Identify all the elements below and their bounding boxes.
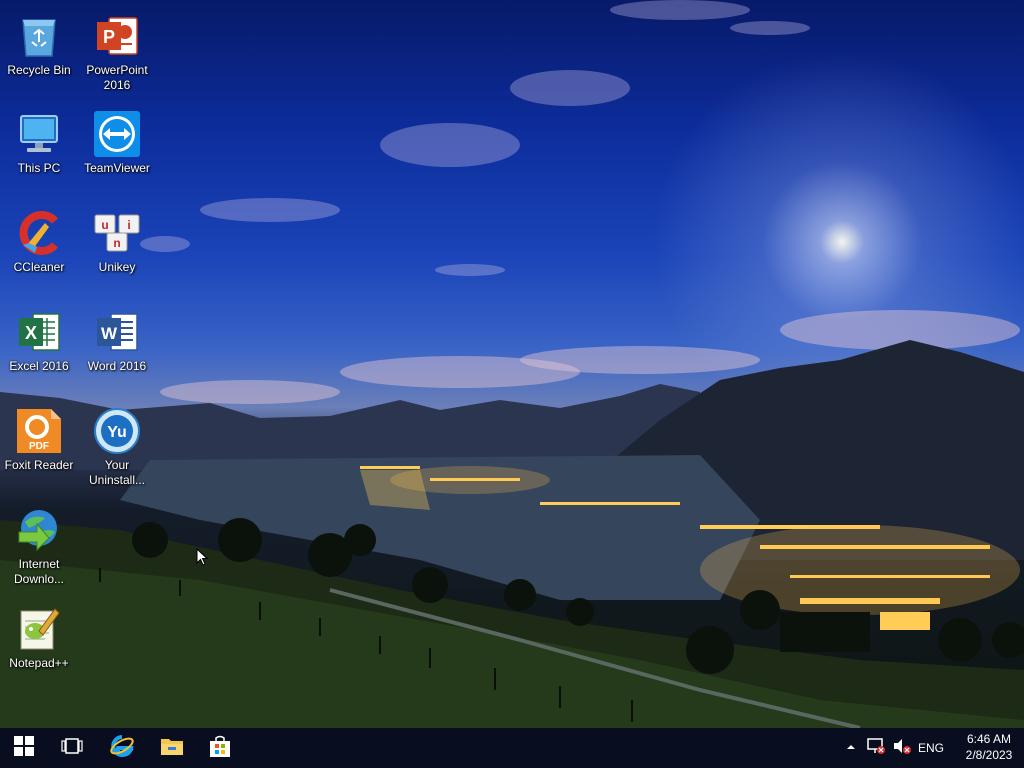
unikey-icon: u i n (93, 209, 141, 257)
input-language-button[interactable]: ENG (918, 728, 944, 768)
ccleaner-label: CCleaner (13, 260, 65, 274)
network-tray-button[interactable] (866, 728, 886, 768)
excel-label: Excel 2016 (9, 359, 69, 373)
excel-icon: X (15, 308, 63, 356)
show-hidden-icons-button[interactable] (844, 728, 858, 768)
powerpoint-label: PowerPoint 2016 (86, 63, 148, 92)
store-taskbar-button[interactable] (196, 728, 244, 768)
store-icon (208, 734, 232, 763)
desktop-icon-word[interactable]: W Word 2016 (79, 304, 155, 396)
volume-tray-button[interactable] (892, 728, 912, 768)
powerpoint-icon: P (93, 12, 141, 60)
notepad-plus-plus-icon (15, 605, 63, 653)
svg-text:i: i (127, 218, 130, 232)
your-uninstaller-icon: Yu (93, 407, 141, 455)
this-pc-label: This PC (17, 161, 61, 175)
notepad-plus-plus-label: Notepad++ (9, 656, 69, 670)
foxit-reader-label: Foxit Reader (4, 458, 74, 472)
this-pc-icon (15, 110, 63, 158)
internet-explorer-icon (109, 733, 135, 764)
word-icon: W (93, 308, 141, 356)
svg-text:W: W (101, 324, 118, 343)
internet-download-manager-label: Internet Downlo... (13, 557, 65, 586)
windows-start-icon (13, 735, 35, 762)
teamviewer-label: TeamViewer (84, 161, 150, 175)
mouse-cursor-icon (196, 547, 209, 571)
desktop-icon-your-uninstaller[interactable]: Yu Your Uninstall... (79, 403, 155, 495)
word-label: Word 2016 (87, 359, 147, 373)
chevron-up-icon (844, 739, 858, 757)
volume-muted-icon (892, 737, 912, 760)
svg-text:Yu: Yu (107, 424, 127, 441)
ccleaner-icon (15, 209, 63, 257)
svg-text:X: X (25, 323, 37, 343)
teamviewer-icon (93, 110, 141, 158)
desktop-icon-powerpoint[interactable]: P PowerPoint 2016 (79, 8, 155, 100)
task-view-button[interactable] (48, 728, 96, 768)
desktop-icon-ccleaner[interactable]: CCleaner (1, 205, 77, 297)
svg-text:PDF: PDF (29, 441, 49, 452)
recycle-bin-icon (15, 12, 63, 60)
desktop-icon-teamviewer[interactable]: TeamViewer (79, 106, 155, 198)
desktop-icon-unikey[interactable]: u i n Unikey (79, 205, 155, 297)
recycle-bin-label: Recycle Bin (7, 63, 71, 77)
desktop-icon-excel[interactable]: X Excel 2016 (1, 304, 77, 396)
desktop-icon-foxit-reader[interactable]: PDF Foxit Reader (1, 403, 77, 495)
internet-download-manager-icon (15, 506, 63, 554)
file-explorer-taskbar-button[interactable] (148, 728, 196, 768)
desktop-icon-this-pc[interactable]: This PC (1, 106, 77, 198)
foxit-reader-icon: PDF (15, 407, 63, 455)
desktop-icon-internet-download-manager[interactable]: Internet Downlo... (1, 502, 77, 594)
desktop-icon-recycle-bin[interactable]: Recycle Bin (1, 8, 77, 100)
internet-explorer-taskbar-button[interactable] (98, 728, 146, 768)
network-no-internet-icon (866, 737, 886, 760)
your-uninstaller-label: Your Uninstall... (88, 458, 146, 487)
clock-date: 2/8/2023 (965, 748, 1013, 762)
taskbar: ENG 6:46 AM 2/8/2023 (0, 728, 1024, 768)
desktop-icon-notepad-plus-plus[interactable]: Notepad++ (1, 601, 77, 693)
task-view-icon (61, 737, 83, 759)
unikey-label: Unikey (98, 260, 136, 274)
language-indicator: ENG (918, 741, 945, 755)
svg-text:P: P (103, 27, 115, 47)
clock-time: 6:46 AM (966, 732, 1012, 746)
start-button[interactable] (0, 728, 48, 768)
svg-text:u: u (101, 218, 108, 232)
file-explorer-icon (160, 736, 184, 761)
clock-button[interactable]: 6:46 AM 2/8/2023 (958, 731, 1020, 765)
svg-text:n: n (113, 236, 120, 250)
